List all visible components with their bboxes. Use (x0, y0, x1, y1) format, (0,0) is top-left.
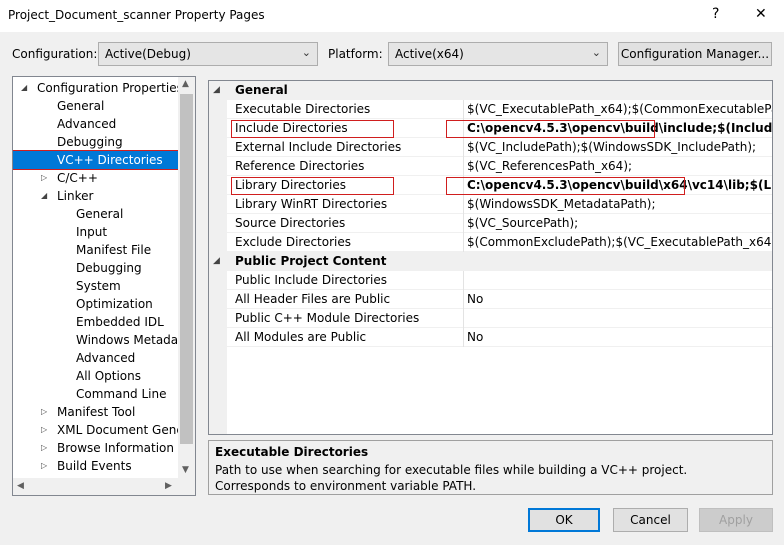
collapse-icon[interactable]: ◢ (41, 187, 47, 205)
scroll-left-icon[interactable]: ◀ (17, 481, 24, 491)
scrollbar-thumb[interactable] (180, 94, 193, 444)
tree-item-linker-general[interactable]: General (76, 205, 123, 223)
tree-item-linker-debugging[interactable]: Debugging (76, 259, 142, 277)
tree-item-linker-command-line[interactable]: Command Line (76, 385, 167, 403)
expand-icon[interactable]: ▷ (41, 439, 47, 457)
scrollbar-corner (178, 478, 195, 495)
tree-item-browse-information[interactable]: ▷ Browse Information (41, 439, 174, 457)
property-value[interactable]: $(CommonExcludePath);$(VC_ExecutablePath… (467, 233, 772, 252)
scroll-right-icon[interactable]: ▶ (165, 481, 172, 491)
configuration-label: Configuration: (12, 47, 98, 61)
platform-select[interactable]: Active(x64) ⌄ (388, 42, 608, 66)
title-bar: Project_Document_scanner Property Pages … (0, 0, 784, 32)
property-value[interactable]: C:\opencv4.5.3\opencv\build\include;$(In… (467, 119, 772, 138)
help-button[interactable]: ? (712, 6, 719, 22)
tree-vertical-scrollbar[interactable]: ▲ ▼ (178, 77, 195, 479)
property-value[interactable]: $(VC_SourcePath); (467, 214, 772, 233)
close-button[interactable]: ✕ (755, 6, 767, 22)
tree-item-vc-directories[interactable]: VC++ Directories (13, 150, 181, 170)
tree-item-linker-system[interactable]: System (76, 277, 121, 295)
property-value[interactable]: $(WindowsSDK_MetadataPath); (467, 195, 772, 214)
property-value[interactable]: No (467, 290, 772, 309)
expand-icon[interactable]: ▷ (41, 421, 47, 439)
tree-item-xml-document-generator[interactable]: ▷ XML Document Genera (41, 421, 195, 439)
property-name: Executable Directories (235, 102, 371, 116)
chevron-down-icon: ⌄ (301, 46, 311, 59)
property-row[interactable]: Include Directories C:\opencv4.5.3\openc… (227, 119, 772, 138)
configuration-value: Active(Debug) (105, 47, 191, 61)
property-row[interactable]: Public C++ Module Directories (227, 309, 772, 328)
window-title: Project_Document_scanner Property Pages (8, 8, 265, 22)
property-name: Library Directories (235, 178, 346, 192)
property-value[interactable]: $(VC_IncludePath);$(WindowsSDK_IncludePa… (467, 138, 772, 157)
tree-horizontal-scrollbar[interactable]: ◀ ▶ (13, 478, 179, 495)
collapse-icon[interactable]: ◢ (21, 79, 27, 97)
tree-item-manifest-tool[interactable]: ▷ Manifest Tool (41, 403, 135, 421)
cancel-button[interactable]: Cancel (613, 508, 688, 532)
tree-item-advanced[interactable]: Advanced (57, 115, 116, 133)
tree-item-linker-manifest-file[interactable]: Manifest File (76, 241, 151, 259)
apply-button[interactable]: Apply (699, 508, 773, 532)
expand-icon[interactable]: ▷ (41, 457, 47, 475)
tree-item-debugging[interactable]: Debugging (57, 133, 123, 151)
property-tree[interactable]: ◢ Configuration Properties General Advan… (12, 76, 196, 496)
scroll-down-icon[interactable]: ▼ (182, 465, 189, 475)
tree-item-linker[interactable]: ◢ Linker (41, 187, 93, 205)
tree-item-linker-advanced[interactable]: Advanced (76, 349, 135, 367)
ok-button[interactable]: OK (528, 508, 600, 532)
property-name: All Modules are Public (235, 330, 367, 344)
property-row[interactable]: Library Directories C:\opencv4.5.3\openc… (227, 176, 772, 195)
collapse-icon[interactable]: ◢ (213, 81, 220, 100)
property-value[interactable]: $(VC_ReferencesPath_x64); (467, 157, 772, 176)
expand-icon[interactable]: ▷ (41, 169, 47, 187)
collapse-icon[interactable]: ◢ (213, 252, 220, 271)
property-value[interactable]: No (467, 328, 772, 347)
property-row[interactable]: Public Include Directories (227, 271, 772, 290)
tree-item-configuration-properties[interactable]: ◢ Configuration Properties (21, 79, 183, 97)
property-value[interactable]: C:\opencv4.5.3\opencv\build\x64\vc14\lib… (467, 176, 772, 195)
category-general[interactable]: ◢ General (213, 81, 772, 100)
configuration-select[interactable]: Active(Debug) ⌄ (98, 42, 318, 66)
tree-item-c-cpp[interactable]: ▷ C/C++ (41, 169, 98, 187)
property-name: Include Directories (235, 121, 348, 135)
tree-item-linker-input[interactable]: Input (76, 223, 107, 241)
property-name: Public Include Directories (235, 273, 387, 287)
property-name: External Include Directories (235, 140, 402, 154)
platform-label: Platform: (328, 47, 383, 61)
property-row[interactable]: Exclude Directories $(CommonExcludePath)… (227, 233, 772, 252)
tree-item-linker-all-options[interactable]: All Options (76, 367, 141, 385)
platform-value: Active(x64) (395, 47, 464, 61)
property-name: Source Directories (235, 216, 346, 230)
description-title: Executable Directories (215, 445, 369, 459)
configuration-manager-button[interactable]: Configuration Manager... (618, 42, 772, 66)
property-name: Public C++ Module Directories (235, 311, 420, 325)
property-row[interactable]: External Include Directories $(VC_Includ… (227, 138, 772, 157)
tree-item-linker-embedded-idl[interactable]: Embedded IDL (76, 313, 164, 331)
property-row[interactable]: All Header Files are Public No (227, 290, 772, 309)
property-row[interactable]: Executable Directories $(VC_ExecutablePa… (227, 100, 772, 119)
chevron-down-icon: ⌄ (591, 46, 601, 59)
property-name: Reference Directories (235, 159, 365, 173)
scroll-up-icon[interactable]: ▲ (182, 79, 189, 89)
property-grid[interactable]: ◢ General Executable Directories $(VC_Ex… (208, 80, 773, 435)
property-name: All Header Files are Public (235, 292, 391, 306)
property-row[interactable]: Library WinRT Directories $(WindowsSDK_M… (227, 195, 772, 214)
property-name: Exclude Directories (235, 235, 351, 249)
property-row[interactable]: All Modules are Public No (227, 328, 772, 347)
tree-item-build-events[interactable]: ▷ Build Events (41, 457, 132, 475)
property-value[interactable]: $(VC_ExecutablePath_x64);$(CommonExecuta… (467, 100, 772, 119)
tree-item-linker-windows-metadata[interactable]: Windows Metadata (76, 331, 190, 349)
property-row[interactable]: Source Directories $(VC_SourcePath); (227, 214, 772, 233)
property-name: Library WinRT Directories (235, 197, 388, 211)
description-text: Path to use when searching for executabl… (215, 463, 688, 493)
description-panel: Executable Directories Path to use when … (208, 440, 773, 495)
expand-icon[interactable]: ▷ (41, 403, 47, 421)
property-row[interactable]: Reference Directories $(VC_ReferencesPat… (227, 157, 772, 176)
tree-item-linker-optimization[interactable]: Optimization (76, 295, 153, 313)
category-public-project-content[interactable]: ◢ Public Project Content (213, 252, 772, 271)
tree-item-general[interactable]: General (57, 97, 104, 115)
